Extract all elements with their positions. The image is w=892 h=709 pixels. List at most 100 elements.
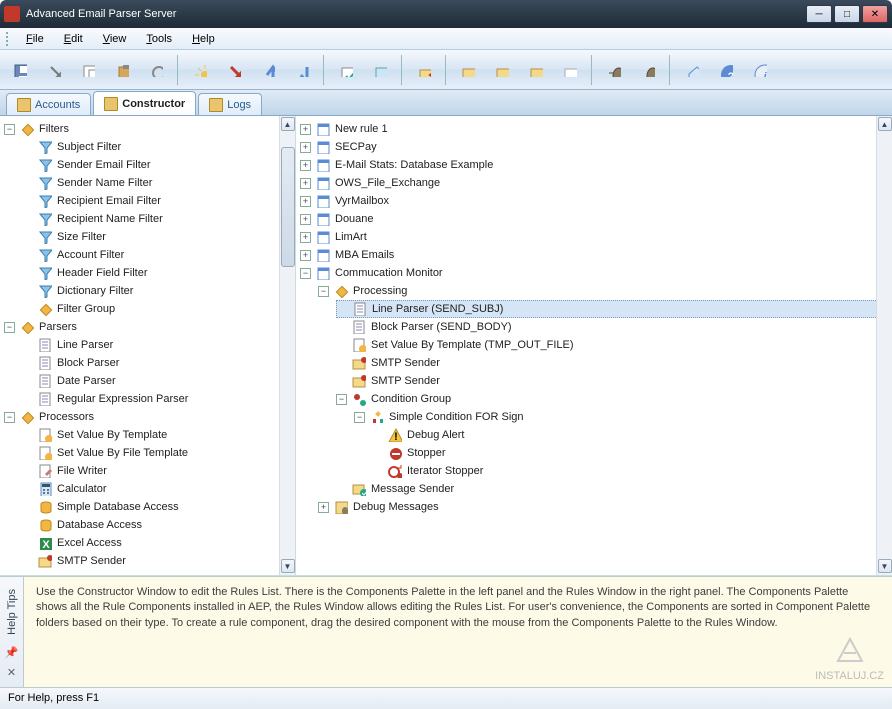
move-down-button[interactable] xyxy=(286,54,318,86)
rule-item[interactable]: +Douane xyxy=(300,210,892,228)
copy-button[interactable] xyxy=(72,54,104,86)
palette-item[interactable]: Sender Name Filter xyxy=(22,174,295,192)
palette-item[interactable]: SMTP Sender xyxy=(22,552,295,570)
window-button-2[interactable] xyxy=(364,54,396,86)
tree-toggle-icon[interactable]: + xyxy=(318,502,329,513)
rule-commucation-monitor[interactable]: −Commucation Monitor xyxy=(300,264,892,282)
palette-item[interactable]: Filter Group xyxy=(22,300,295,318)
tree-toggle-icon[interactable]: + xyxy=(300,250,311,261)
rule-smtp-2[interactable]: SMTP Sender xyxy=(336,372,892,390)
palette-item[interactable]: Regular Expression Parser xyxy=(22,390,295,408)
help-button[interactable]: ? xyxy=(710,54,742,86)
palette-item[interactable]: Simple Database Access xyxy=(22,498,295,516)
rule-debug-alert[interactable]: !Debug Alert xyxy=(372,426,892,444)
palette-item[interactable]: Subject Filter xyxy=(22,138,295,156)
palette-item[interactable]: Account Filter xyxy=(22,246,295,264)
tree-toggle-icon[interactable]: − xyxy=(336,394,347,405)
bug-button-1[interactable] xyxy=(598,54,630,86)
rule-item[interactable]: +MBA Emails xyxy=(300,246,892,264)
tree-toggle-icon[interactable]: + xyxy=(300,196,311,207)
delete-button[interactable] xyxy=(218,54,250,86)
rule-item[interactable]: +OWS_File_Exchange xyxy=(300,174,892,192)
menu-file[interactable]: File xyxy=(18,31,52,47)
scroll-up-icon[interactable]: ▲ xyxy=(878,117,892,131)
rule-condition-group[interactable]: −Condition Group xyxy=(336,390,892,408)
rule-iterator-stopper[interactable]: Iterator Stopper xyxy=(372,462,892,480)
rule-item[interactable]: +SECPay xyxy=(300,138,892,156)
rule-item[interactable]: +E-Mail Stats: Database Example xyxy=(300,156,892,174)
scrollbar-vertical[interactable]: ▲ ▼ xyxy=(876,116,892,575)
palette-item[interactable]: Recipient Email Filter xyxy=(22,192,295,210)
scrollbar-thumb[interactable] xyxy=(281,147,295,267)
tree-toggle-icon[interactable]: + xyxy=(300,178,311,189)
tab-constructor[interactable]: Constructor xyxy=(93,91,196,115)
rule-block-parser[interactable]: Block Parser (SEND_BODY) xyxy=(336,318,892,336)
maximize-button[interactable]: □ xyxy=(834,5,860,23)
scrollbar-vertical[interactable]: ▲ ▼ xyxy=(279,116,295,575)
window-button-1[interactable] xyxy=(330,54,362,86)
mail-delete-button[interactable] xyxy=(554,54,586,86)
palette-item[interactable]: Recipient Name Filter xyxy=(22,210,295,228)
palette-item[interactable]: Database Access xyxy=(22,516,295,534)
new-rule-button[interactable] xyxy=(184,54,216,86)
tree-toggle-icon[interactable]: + xyxy=(300,214,311,225)
palette-item[interactable]: Set Value By Template xyxy=(22,426,295,444)
bug-button-2[interactable] xyxy=(632,54,664,86)
help-tips-tab[interactable]: Help Tips 📌 ✕ xyxy=(0,577,24,687)
palette-item[interactable]: Sender Email Filter xyxy=(22,156,295,174)
menu-help[interactable]: Help xyxy=(184,31,223,47)
mail-edit-button[interactable] xyxy=(520,54,552,86)
rule-simple-condition[interactable]: −Simple Condition FOR Sign xyxy=(354,408,892,426)
menu-edit[interactable]: Edit xyxy=(56,31,91,47)
palette-item[interactable]: Header Field Filter xyxy=(22,264,295,282)
rule-stopper[interactable]: Stopper xyxy=(372,444,892,462)
tree-toggle-icon[interactable]: + xyxy=(300,124,311,135)
pin-icon[interactable]: 📌 xyxy=(4,645,20,661)
home-button[interactable] xyxy=(676,54,708,86)
mail-add-button[interactable] xyxy=(452,54,484,86)
rule-processing[interactable]: −Processing xyxy=(318,282,892,300)
save-button[interactable] xyxy=(4,54,36,86)
find-button[interactable] xyxy=(140,54,172,86)
palette-group-parsers[interactable]: −Parsers xyxy=(4,318,295,336)
rule-message-sender[interactable]: Message Sender xyxy=(336,480,892,498)
scroll-up-icon[interactable]: ▲ xyxy=(281,117,295,131)
palette-item[interactable]: Block Parser xyxy=(22,354,295,372)
about-button[interactable]: i xyxy=(744,54,776,86)
rule-set-value[interactable]: Set Value By Template (TMP_OUT_FILE) xyxy=(336,336,892,354)
rule-item[interactable]: +New rule 1 xyxy=(300,120,892,138)
palette-item[interactable]: Calculator xyxy=(22,480,295,498)
tab-logs[interactable]: Logs xyxy=(198,93,262,115)
tree-toggle-icon[interactable]: − xyxy=(4,124,15,135)
menu-tools[interactable]: Tools xyxy=(138,31,180,47)
palette-item[interactable]: XExcel Access xyxy=(22,534,295,552)
close-button[interactable]: ✕ xyxy=(862,5,888,23)
rule-item[interactable]: +LimArt xyxy=(300,228,892,246)
palette-group-filters[interactable]: −Filters xyxy=(4,120,295,138)
tab-accounts[interactable]: Accounts xyxy=(6,93,91,115)
tree-toggle-icon[interactable]: − xyxy=(318,286,329,297)
palette-item[interactable]: File Writer xyxy=(22,462,295,480)
rule-smtp-1[interactable]: SMTP Sender xyxy=(336,354,892,372)
tree-toggle-icon[interactable]: − xyxy=(4,322,15,333)
tree-toggle-icon[interactable]: + xyxy=(300,142,311,153)
cut-button[interactable] xyxy=(38,54,70,86)
rule-line-parser[interactable]: Line Parser (SEND_SUBJ) xyxy=(336,300,892,318)
tree-toggle-icon[interactable]: − xyxy=(300,268,311,279)
tree-toggle-icon[interactable]: + xyxy=(300,232,311,243)
menu-view[interactable]: View xyxy=(95,31,135,47)
palette-item[interactable]: Size Filter xyxy=(22,228,295,246)
rule-debug-messages[interactable]: +Debug Messages xyxy=(318,498,892,516)
palette-item[interactable]: Line Parser xyxy=(22,336,295,354)
palette-item[interactable]: Set Value By File Template xyxy=(22,444,295,462)
palette-item[interactable]: Dictionary Filter xyxy=(22,282,295,300)
rule-item[interactable]: +VyrMailbox xyxy=(300,192,892,210)
palette-group-processors[interactable]: −Processors xyxy=(4,408,295,426)
minimize-button[interactable]: ─ xyxy=(806,5,832,23)
tree-toggle-icon[interactable]: + xyxy=(300,160,311,171)
paste-button[interactable] xyxy=(106,54,138,86)
tree-toggle-icon[interactable]: − xyxy=(4,412,15,423)
scroll-down-icon[interactable]: ▼ xyxy=(878,559,892,573)
close-panel-icon[interactable]: ✕ xyxy=(4,665,20,681)
palette-item[interactable]: Date Parser xyxy=(22,372,295,390)
